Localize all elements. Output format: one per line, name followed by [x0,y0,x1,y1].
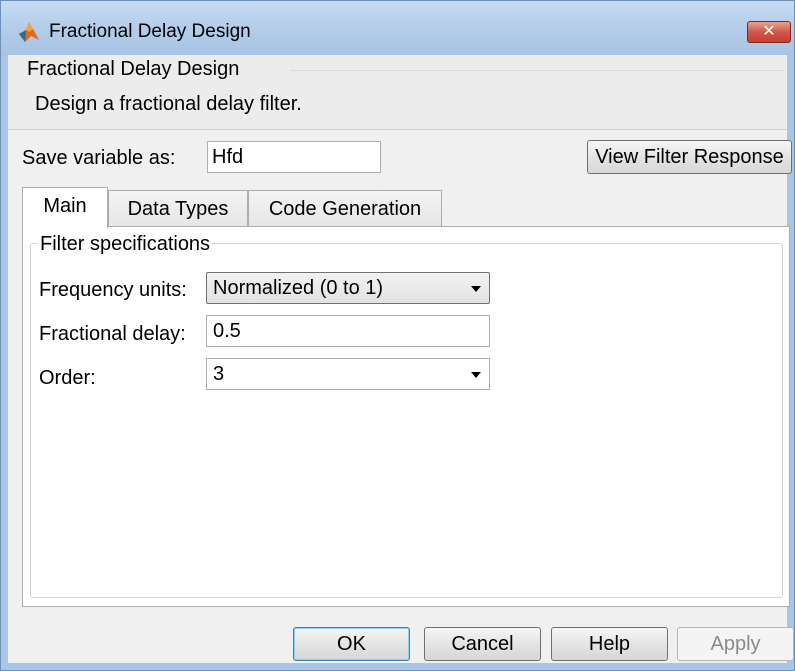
tab-main[interactable]: Main [22,187,108,228]
order-value: 3 [213,363,225,385]
title-bar[interactable]: Fractional Delay Design ✕ [1,1,794,56]
header-title: Fractional Delay Design [25,58,242,81]
help-button[interactable]: Help [551,627,668,661]
chevron-down-icon [471,372,481,378]
frequency-units-value: Normalized (0 to 1) [213,277,384,299]
close-button[interactable]: ✕ [747,21,791,43]
filter-specifications-title: Filter specifications [38,233,213,256]
fractional-delay-label: Fractional delay: [39,323,186,345]
order-label: Order: [39,367,96,389]
window-title: Fractional Delay Design [49,21,251,42]
matlab-logo-icon [19,22,39,42]
apply-button[interactable]: Apply [677,627,794,661]
save-variable-input[interactable] [207,141,381,173]
tab-code-generation[interactable]: Code Generation [248,190,442,227]
order-select[interactable]: 3 [206,358,490,390]
frequency-units-label: Frequency units: [39,279,187,301]
header-divider [290,70,784,71]
header-description: Design a fractional delay filter. [35,93,302,115]
fractional-delay-input[interactable] [206,315,490,347]
save-variable-label: Save variable as: [22,147,176,169]
ok-button[interactable]: OK [293,627,410,661]
chevron-down-icon [471,286,481,292]
cancel-button[interactable]: Cancel [424,627,541,661]
view-filter-response-button[interactable]: View Filter Response [587,140,792,174]
frequency-units-select[interactable]: Normalized (0 to 1) [206,272,490,304]
tab-data-types[interactable]: Data Types [108,190,248,227]
